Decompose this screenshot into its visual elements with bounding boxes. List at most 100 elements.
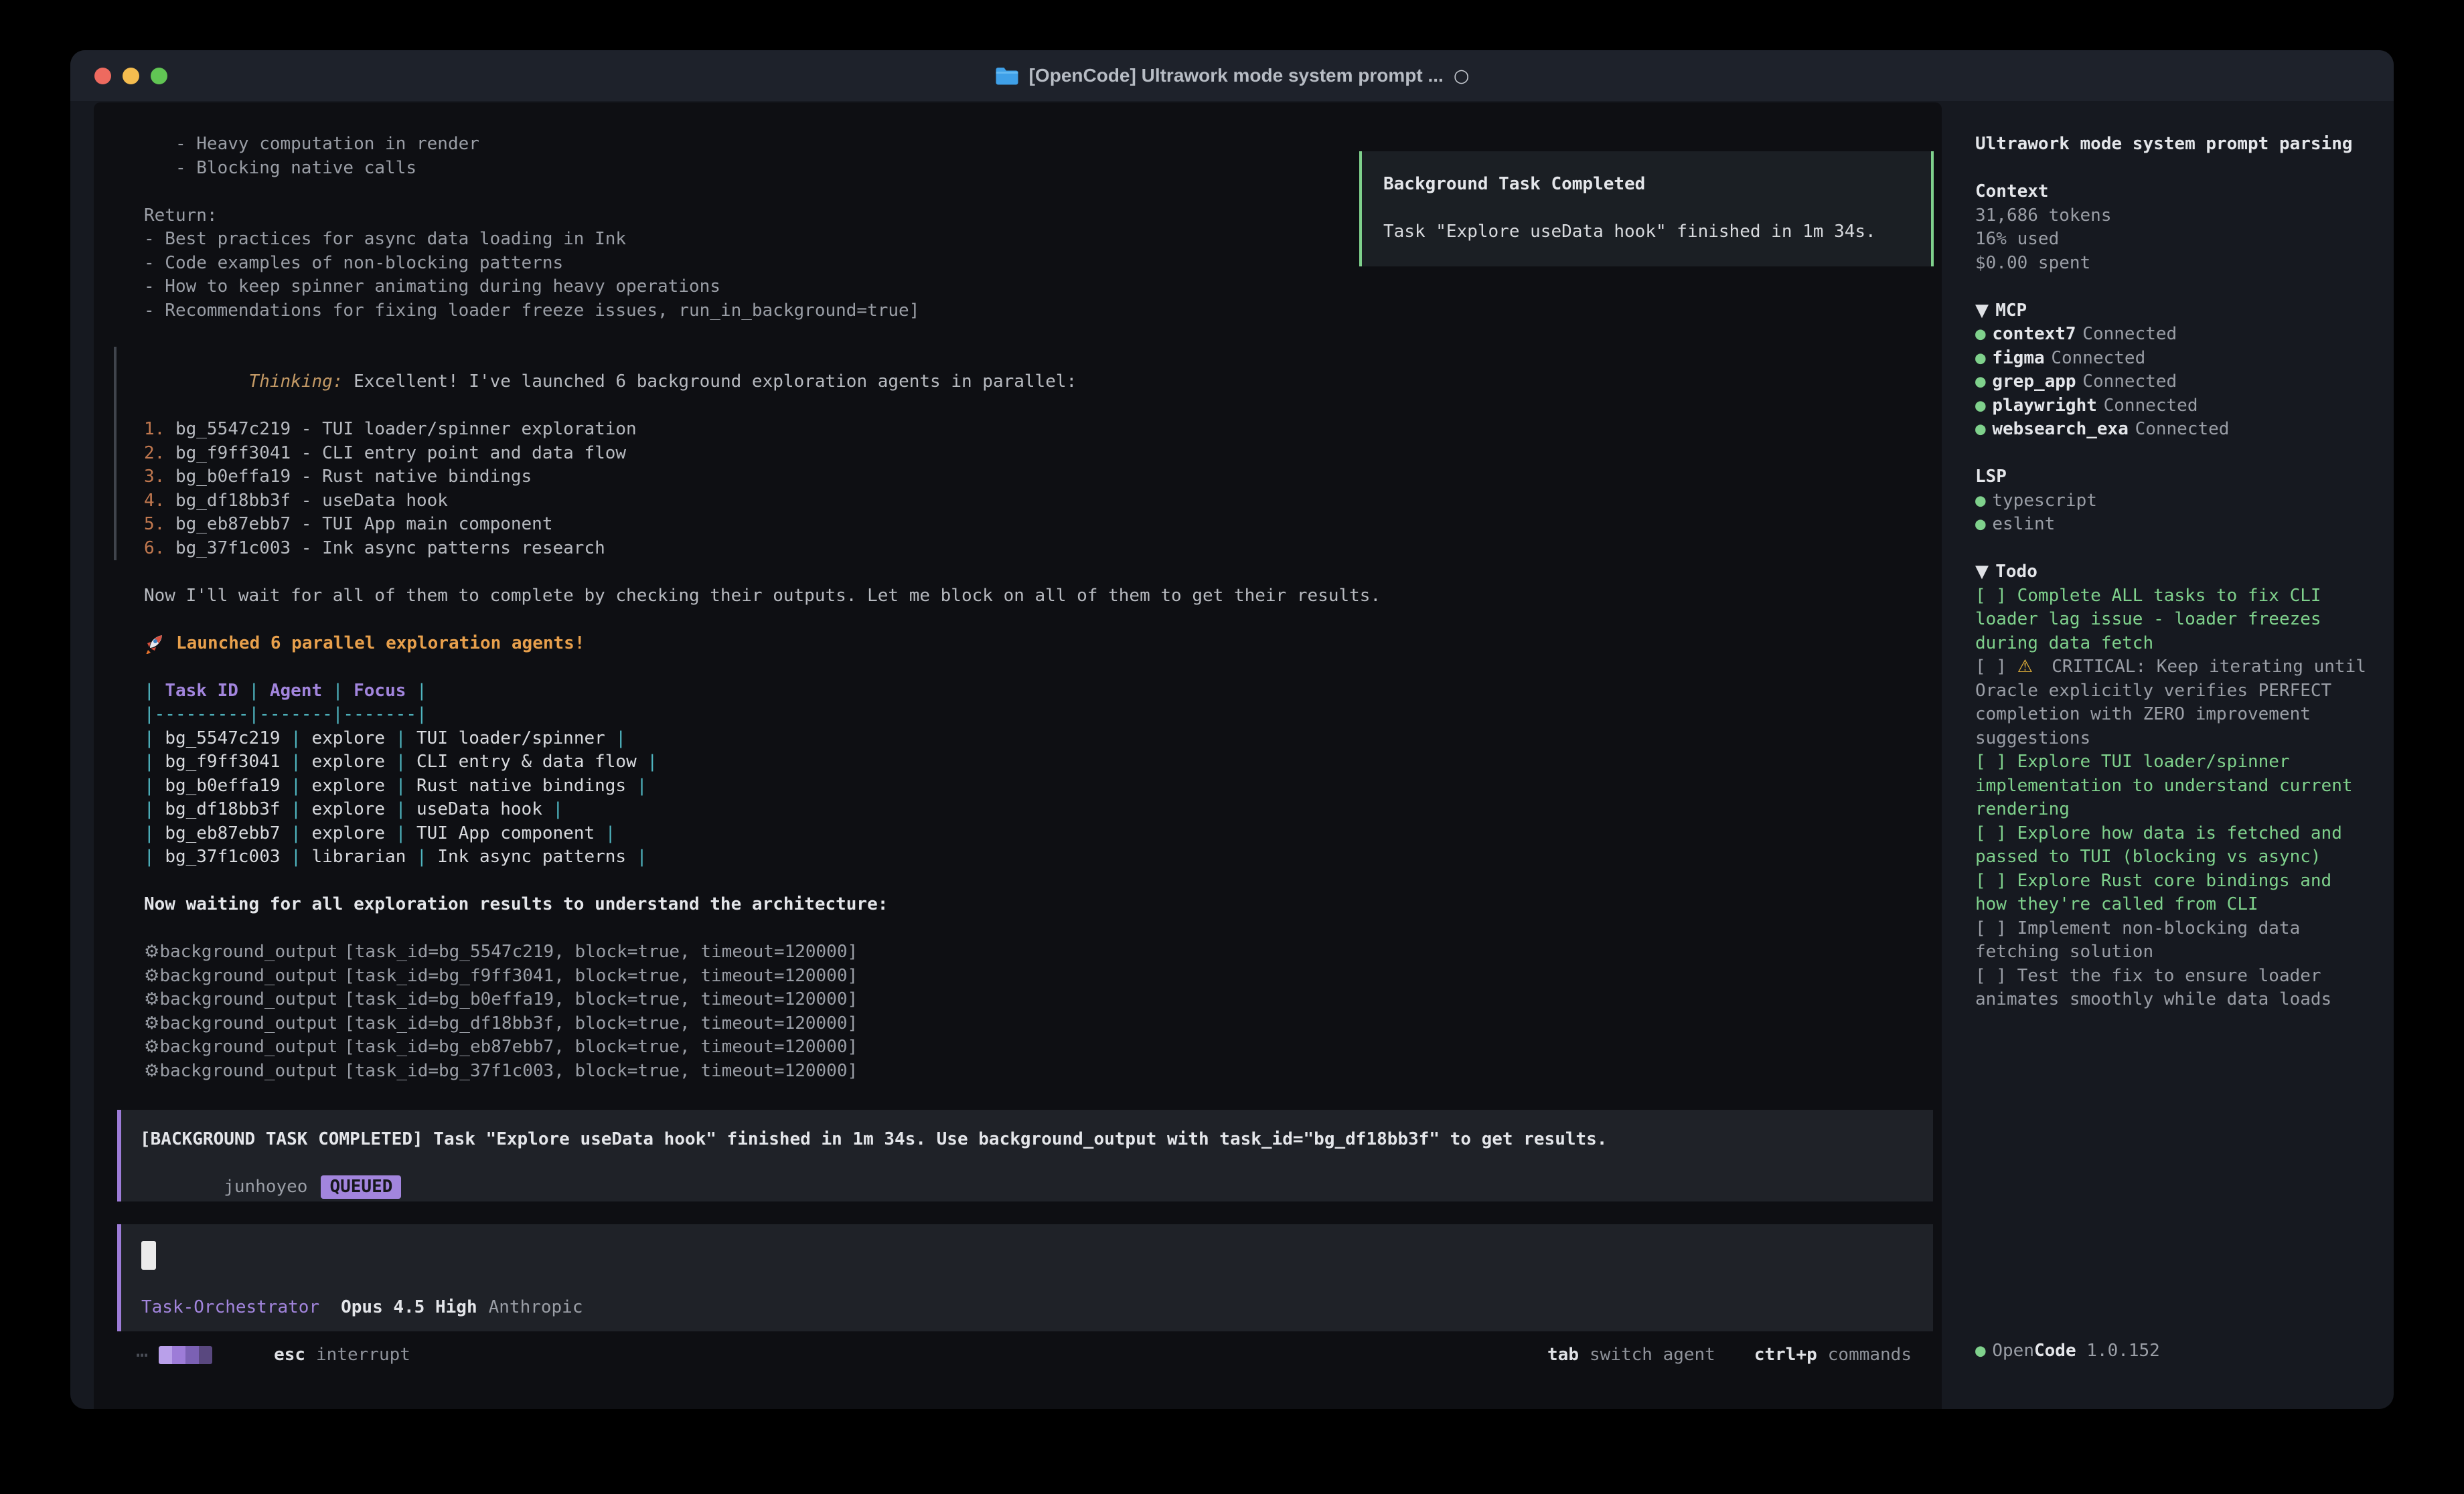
input-agent-line: Task-Orchestrator Opus 4.5 High Anthropi…	[141, 1297, 1914, 1317]
version-number: 1.0.152	[2076, 1341, 2160, 1361]
rocket-icon	[144, 633, 165, 654]
context-used: 16% used	[1975, 228, 2394, 252]
todo-heading[interactable]: ▼Todo	[1975, 560, 2367, 584]
table-row: | bg_df18bb3f | explore | useData hook |	[144, 798, 1915, 822]
table-row: | bg_b0effa19 | explore | Rust native bi…	[144, 774, 1915, 799]
status-dot-icon: ●	[1975, 419, 1986, 439]
status-dot-icon: ●	[1975, 324, 1986, 344]
mcp-section: ▼MCP ●context7Connected ●figmaConnected …	[1975, 299, 2394, 442]
background-task-notification: Background Task Completed Task "Explore …	[1359, 151, 1934, 266]
todo-item: [ ] Explore TUI loader/spinner implement…	[1975, 750, 2367, 822]
session-title: Ultrawork mode system prompt parsing	[1975, 133, 2367, 157]
launched-text: Launched 6 parallel exploration agents!	[176, 632, 585, 656]
mcp-item: ●context7Connected	[1975, 323, 2394, 347]
ctrlp-key-label: commands	[1828, 1345, 1912, 1365]
user-name: junhoyeo	[224, 1177, 307, 1197]
zoom-button[interactable]	[151, 68, 167, 84]
todo-item: [ ] Implement non-blocking data fetching…	[1975, 917, 2367, 965]
sidebar: Ultrawork mode system prompt parsing Con…	[1965, 102, 2394, 1012]
completed-task-message: [BACKGROUND TASK COMPLETED] Task "Explor…	[117, 1110, 1933, 1201]
tab-key-label: switch agent	[1590, 1345, 1715, 1365]
spinner-blocks-icon	[159, 1346, 212, 1364]
todo-item: [ ] Explore how data is fetched and pass…	[1975, 822, 2367, 869]
thinking-intro: Excellent! I've launched 6 background ex…	[343, 371, 1077, 392]
status-left: ⋯ esc interrupt	[136, 1343, 410, 1367]
spinner-dots: ⋯	[136, 1343, 149, 1367]
warning-icon: ⚠	[2017, 655, 2042, 679]
traffic-lights	[94, 50, 167, 101]
status-dot-icon: ●	[1975, 348, 1986, 368]
prompt-input[interactable]: Task-Orchestrator Opus 4.5 High Anthropi…	[117, 1224, 1933, 1331]
table-header-row: | Task ID | Agent | Focus |	[144, 679, 1915, 703]
gear-icon: ⚙	[144, 1037, 159, 1057]
window-title-text: [OpenCode] Ultrawork mode system prompt …	[1029, 65, 1444, 86]
gear-icon: ⚙	[144, 966, 159, 986]
context-heading: Context	[1975, 180, 2394, 204]
status-bar: ⋯ esc interrupt tab switch agent ctrl+p …	[117, 1339, 1933, 1370]
assistant-text-wait: Now I'll wait for all of them to complet…	[144, 584, 1915, 608]
thinking-item: 5. bg_eb87ebb7 - TUI App main component	[144, 513, 1915, 537]
lsp-section: LSP ●typescript ●eslint	[1975, 465, 2394, 537]
esc-key-hint: esc	[274, 1345, 305, 1365]
context-spent: $0.00 spent	[1975, 252, 2394, 276]
status-dot-icon: ●	[1975, 371, 1986, 392]
status-dot-icon: ●	[1975, 396, 1986, 416]
titlebar: [OpenCode] Ultrawork mode system prompt …	[70, 50, 2394, 101]
thinking-item: 4. bg_df18bb3f - useData hook	[144, 489, 1915, 513]
mcp-item: ●playwrightConnected	[1975, 394, 2394, 418]
status-dot-icon: ●	[1975, 514, 1986, 534]
todo-item: [ ] ⚠ CRITICAL: Keep iterating until Ora…	[1975, 655, 2367, 750]
thinking-item: 6. bg_37f1c003 - Ink async patterns rese…	[144, 537, 1915, 561]
todo-item: [ ] Test the fix to ensure loader animat…	[1975, 965, 2367, 1012]
notification-body: Task "Explore useData hook" finished in …	[1383, 220, 1931, 244]
window-title: [OpenCode] Ultrawork mode system prompt …	[995, 65, 1470, 86]
chevron-down-icon: ▼	[1975, 301, 1989, 321]
close-button[interactable]	[94, 68, 111, 84]
tool-call: ⚙background_output[task_id=bg_b0effa19, …	[144, 988, 1915, 1012]
notification-title: Background Task Completed	[1383, 173, 1931, 197]
gear-icon: ⚙	[144, 1061, 159, 1081]
lsp-item: ●typescript	[1975, 489, 2394, 513]
table-separator-row: |---------|-------|-------|	[144, 703, 1915, 727]
chat-panel: - Heavy computation in render - Blocking…	[94, 102, 1942, 1409]
mcp-heading[interactable]: ▼MCP	[1975, 299, 2394, 323]
brand-open: Open	[1992, 1341, 2034, 1361]
title-status-icon: ○	[1454, 66, 1470, 86]
thinking-item: 3. bg_b0effa19 - Rust native bindings	[144, 465, 1915, 489]
assistant-text-waiting: Now waiting for all exploration results …	[144, 893, 1915, 917]
mcp-item: ●grep_appConnected	[1975, 370, 2394, 394]
minimize-button[interactable]	[123, 68, 139, 84]
launched-line: Launched 6 parallel exploration agents!	[144, 632, 1915, 656]
table-row: | bg_37f1c003 | librarian | Ink async pa…	[144, 845, 1915, 869]
context-tokens: 31,686 tokens	[1975, 204, 2394, 228]
thinking-item: 2. bg_f9ff3041 - CLI entry point and dat…	[144, 442, 1915, 466]
esc-key-label: interrupt	[316, 1345, 410, 1365]
mcp-item: ●websearch_exaConnected	[1975, 418, 2394, 442]
terminal-window: [OpenCode] Ultrawork mode system prompt …	[70, 50, 2394, 1409]
text-cursor	[141, 1241, 156, 1270]
desktop: { "window": { "title": "[OpenCode] Ultra…	[0, 0, 2464, 1494]
brand-code: Code	[2034, 1341, 2076, 1361]
thinking-block: Thinking: Excellent! I've launched 6 bac…	[114, 347, 1915, 561]
todo-section: ▼Todo [ ] Complete ALL tasks to fix CLI …	[1975, 560, 2367, 1012]
todo-item: [ ] Complete ALL tasks to fix CLI loader…	[1975, 584, 2367, 656]
tab-key-hint: tab	[1547, 1345, 1579, 1365]
queued-badge: QUEUED	[321, 1175, 401, 1199]
status-right: tab switch agent ctrl+p commands	[1547, 1345, 1912, 1365]
thinking-item: 1. bg_5547c219 - TUI loader/spinner expl…	[144, 418, 1915, 442]
status-dot-icon: ●	[1975, 491, 1986, 511]
ctrlp-key-hint: ctrl+p	[1754, 1345, 1817, 1365]
gear-icon: ⚙	[144, 942, 159, 962]
folder-icon	[995, 66, 1019, 86]
lsp-heading: LSP	[1975, 465, 2394, 489]
input-agent-name: Task-Orchestrator	[141, 1297, 319, 1317]
tool-call: ⚙background_output[task_id=bg_eb87ebb7, …	[144, 1035, 1915, 1060]
todo-item: [ ] Explore Rust core bindings and how t…	[1975, 869, 2367, 917]
tool-call: ⚙background_output[task_id=bg_5547c219, …	[144, 940, 1915, 965]
input-provider-name: Anthropic	[489, 1297, 583, 1317]
gear-icon: ⚙	[144, 1013, 159, 1033]
mcp-item: ●figmaConnected	[1975, 347, 2394, 371]
table-row: | bg_eb87ebb7 | explore | TUI App compon…	[144, 822, 1915, 846]
input-model-name: Opus 4.5 High	[341, 1297, 477, 1317]
table-row: | bg_f9ff3041 | explore | CLI entry & da…	[144, 750, 1915, 774]
